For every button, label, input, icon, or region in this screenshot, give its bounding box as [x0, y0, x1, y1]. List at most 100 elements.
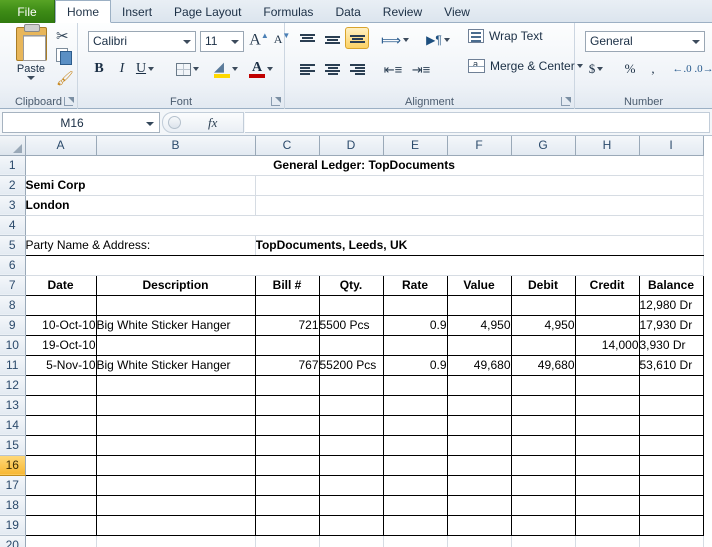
row-header-2[interactable]: 2	[0, 175, 26, 196]
row-header-14[interactable]: 14	[0, 415, 26, 436]
cell[interactable]	[255, 395, 320, 416]
chevron-down-icon[interactable]	[27, 76, 35, 80]
cell[interactable]	[639, 455, 704, 476]
cell[interactable]: 5-Nov-10	[24, 355, 97, 376]
chevron-down-icon[interactable]	[148, 67, 155, 71]
cell[interactable]	[96, 515, 256, 536]
row-header-11[interactable]: 11	[0, 355, 26, 376]
cell[interactable]	[639, 415, 704, 436]
cell[interactable]	[319, 415, 384, 436]
format-painter-button[interactable]: 🖌	[56, 69, 76, 88]
row-header-5[interactable]: 5	[0, 235, 26, 256]
align-center-button[interactable]	[320, 59, 344, 81]
cell[interactable]	[383, 535, 448, 547]
cell[interactable]	[255, 475, 320, 496]
row-header-15[interactable]: 15	[0, 435, 26, 456]
cell[interactable]	[447, 515, 512, 536]
spreadsheet-grid[interactable]: A B C D E F G H I 1 General Ledger: TopDo…	[0, 136, 712, 547]
cell[interactable]	[383, 435, 448, 456]
insert-function-icon[interactable]: fx	[208, 115, 217, 131]
cell[interactable]	[575, 495, 640, 516]
cell[interactable]	[575, 435, 640, 456]
cell[interactable]: 10-Oct-10	[24, 315, 97, 336]
cell[interactable]	[511, 495, 576, 516]
font-dialog-launcher[interactable]	[271, 97, 281, 106]
cell[interactable]	[511, 435, 576, 456]
name-box[interactable]: M16	[2, 112, 160, 133]
wrap-text-button[interactable]: Wrap Text	[468, 29, 543, 43]
column-header-b[interactable]: B	[96, 136, 256, 156]
cell[interactable]: Big White Sticker Hanger	[96, 315, 256, 336]
row-header-20[interactable]: 20	[0, 535, 26, 547]
cell[interactable]	[255, 495, 320, 516]
merge-center-button[interactable]: Merge & Center	[468, 59, 583, 73]
cell[interactable]	[24, 495, 97, 516]
cell[interactable]: 0.9	[383, 315, 448, 336]
cell[interactable]: 53,610 Dr	[639, 355, 704, 376]
align-left-button[interactable]	[295, 59, 319, 81]
cell[interactable]	[383, 415, 448, 436]
cell[interactable]	[96, 475, 256, 496]
cell[interactable]	[447, 375, 512, 396]
cell[interactable]	[511, 335, 576, 356]
ledger-column-header[interactable]: Bill #	[255, 274, 320, 296]
chevron-down-icon[interactable]	[267, 67, 273, 71]
cell[interactable]	[25, 255, 704, 276]
column-header-f[interactable]: F	[447, 136, 512, 156]
cell[interactable]	[447, 395, 512, 416]
column-header-h[interactable]: H	[575, 136, 640, 156]
chevron-down-icon[interactable]	[231, 40, 239, 44]
cell[interactable]	[575, 475, 640, 496]
cell[interactable]	[96, 335, 256, 356]
tab-page-layout[interactable]: Page Layout	[163, 0, 252, 23]
column-header-i[interactable]: I	[639, 136, 704, 156]
orientation-button[interactable]: ⟾	[381, 29, 410, 51]
font-size-input[interactable]: 11	[200, 31, 244, 52]
copy-button[interactable]	[56, 48, 76, 67]
alignment-dialog-launcher[interactable]	[561, 97, 571, 106]
cell[interactable]	[24, 475, 97, 496]
cell[interactable]: 4,950	[447, 315, 512, 336]
tab-data[interactable]: Data	[324, 0, 371, 23]
cell[interactable]	[639, 515, 704, 536]
cell[interactable]	[383, 455, 448, 476]
ledger-column-header[interactable]: Debit	[511, 274, 576, 296]
cell[interactable]	[383, 515, 448, 536]
chevron-down-icon[interactable]	[403, 38, 410, 42]
align-bottom-button[interactable]	[345, 27, 369, 49]
cell[interactable]	[96, 495, 256, 516]
cell[interactable]	[511, 395, 576, 416]
column-header-e[interactable]: E	[383, 136, 448, 156]
row-header-19[interactable]: 19	[0, 515, 26, 536]
row-header-1[interactable]: 1	[0, 155, 26, 176]
comma-format-button[interactable]: ,	[643, 58, 663, 80]
ledger-column-header[interactable]: Qty.	[319, 274, 384, 296]
ledger-column-header[interactable]: Balance	[639, 274, 704, 296]
align-middle-button[interactable]	[320, 29, 344, 51]
row-header-17[interactable]: 17	[0, 475, 26, 496]
chevron-down-icon[interactable]	[443, 38, 450, 42]
cell[interactable]	[319, 375, 384, 396]
cell[interactable]	[24, 455, 97, 476]
tab-formulas[interactable]: Formulas	[252, 0, 324, 23]
number-format-select[interactable]: General	[585, 31, 705, 52]
font-name-input[interactable]: Calibri	[88, 31, 196, 52]
chevron-down-icon[interactable]	[597, 67, 604, 71]
cell[interactable]	[447, 535, 512, 547]
cell[interactable]: 55200 Pcs	[319, 355, 384, 376]
row-header-7[interactable]: 7	[0, 275, 26, 296]
cell[interactable]	[575, 375, 640, 396]
cell[interactable]	[447, 335, 512, 356]
chevron-down-icon[interactable]	[692, 40, 700, 44]
cell[interactable]	[255, 175, 704, 196]
chevron-down-icon[interactable]	[183, 40, 191, 44]
cell[interactable]	[319, 535, 384, 547]
cell[interactable]	[511, 475, 576, 496]
cell[interactable]	[383, 495, 448, 516]
cell[interactable]	[255, 515, 320, 536]
column-header-d[interactable]: D	[319, 136, 384, 156]
cell[interactable]: 49,680	[447, 355, 512, 376]
cell[interactable]	[24, 415, 97, 436]
row-header-10[interactable]: 10	[0, 335, 26, 356]
cell[interactable]	[575, 355, 640, 376]
